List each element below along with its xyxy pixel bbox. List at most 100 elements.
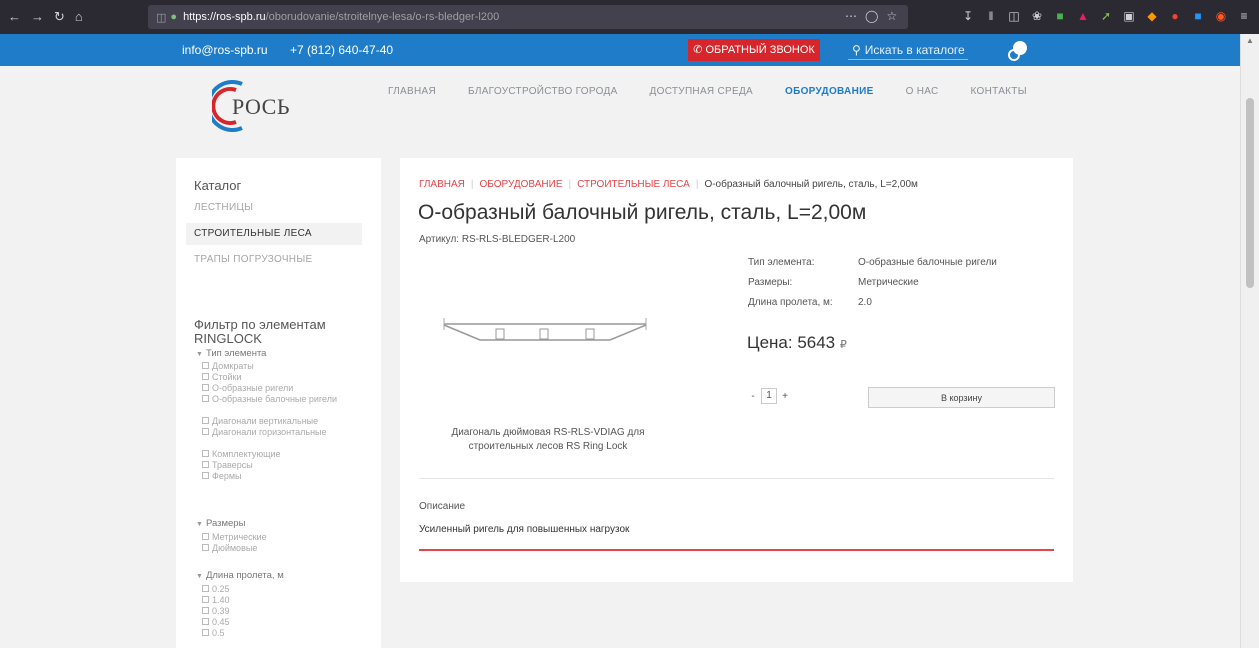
checkbox[interactable]	[202, 395, 209, 402]
library-icon[interactable]: ‖	[984, 9, 998, 23]
nav-contacts[interactable]: КОНТАКТЫ	[971, 86, 1027, 97]
filter-option[interactable]: Дюймовые	[202, 543, 362, 554]
catalog-title: Каталог	[194, 178, 242, 193]
filter-option-label: 0.5	[212, 628, 225, 638]
checkbox[interactable]	[202, 384, 209, 391]
breadcrumb-separator: |	[568, 179, 572, 190]
page-title: О-образный балочный ригель, сталь, L=2,0…	[418, 201, 867, 224]
extension-colorful-icon[interactable]: ▲	[1076, 9, 1090, 23]
checkbox[interactable]	[202, 533, 209, 540]
filter-group-sizes[interactable]: ▼ Размеры	[196, 518, 245, 529]
filter-option[interactable]: Стойки	[202, 372, 362, 383]
scroll-up-icon[interactable]: ▲	[1246, 36, 1254, 45]
email-link[interactable]: info@ros-spb.ru	[182, 43, 268, 57]
filter-option[interactable]: О-образные ригели	[202, 383, 362, 394]
filter-group-element-type[interactable]: ▼ Тип элемента	[196, 348, 266, 359]
checkbox[interactable]	[202, 618, 209, 625]
category-loading-ramps[interactable]: ТРАПЫ ПОГРУЗОЧНЫЕ	[194, 254, 312, 265]
nav-equipment[interactable]: ОБОРУДОВАНИЕ	[785, 86, 874, 97]
extension-shield-icon[interactable]: ◉	[1214, 9, 1228, 23]
filter-option-label: О-образные балочные ригели	[212, 394, 337, 404]
checkbox[interactable]	[202, 472, 209, 479]
checkbox[interactable]	[202, 607, 209, 614]
checkbox[interactable]	[202, 450, 209, 457]
checkbox[interactable]	[202, 544, 209, 551]
breadcrumb-equipment[interactable]: ОБОРУДОВАНИЕ	[479, 179, 562, 190]
filter-option[interactable]: О-образные балочные ригели	[202, 394, 362, 405]
logo-text[interactable]: РОСЬ	[232, 94, 290, 120]
filter-option[interactable]: Фермы	[202, 471, 362, 482]
filter-option[interactable]: 0.45	[202, 617, 362, 628]
qty-plus-button[interactable]: +	[779, 391, 791, 402]
callback-button[interactable]: ✆ ОБРАТНЫЙ ЗВОНОК	[688, 39, 820, 61]
checkbox[interactable]	[202, 373, 209, 380]
nav-city-improvement[interactable]: БЛАГОУСТРОЙСТВО ГОРОДА	[468, 86, 618, 97]
filter-option[interactable]: Траверсы	[202, 460, 362, 471]
filter-option[interactable]: Метрические	[202, 532, 362, 543]
page-scrollbar[interactable]: ▲	[1240, 34, 1259, 648]
quantity-input[interactable]: 1	[761, 388, 777, 404]
pocket-icon[interactable]: ◯	[865, 9, 878, 23]
checkbox[interactable]	[202, 428, 209, 435]
filter-option-label: Диагонали вертикальные	[212, 416, 319, 426]
filter-option-label: Дюймовые	[212, 543, 258, 553]
nav-home[interactable]: ГЛАВНАЯ	[388, 86, 436, 97]
home-icon[interactable]: ⌂	[75, 9, 83, 25]
filter-option[interactable]: Домкраты	[202, 361, 362, 372]
breadcrumb-separator: |	[695, 179, 699, 190]
category-ladders[interactable]: ЛЕСТНИЦЫ	[194, 202, 253, 213]
main-nav: ГЛАВНАЯ БЛАГОУСТРОЙСТВО ГОРОДА ДОСТУПНАЯ…	[388, 86, 1059, 97]
download-icon[interactable]: ↧	[961, 9, 975, 23]
filter-option-label: 0.45	[212, 617, 230, 627]
description-title[interactable]: Описание	[419, 501, 465, 512]
extension-green-icon[interactable]: ■	[1053, 9, 1067, 23]
bookmark-star-icon[interactable]: ☆	[886, 9, 897, 23]
filter-option[interactable]: 0.25	[202, 584, 362, 595]
filter-option[interactable]: Диагонали вертикальные	[202, 416, 362, 427]
filter-option[interactable]: 0.5	[202, 628, 362, 639]
page-actions-icon[interactable]: ⋯	[845, 9, 857, 23]
menu-icon[interactable]: ≡	[1237, 9, 1251, 23]
forward-icon[interactable]: →	[31, 9, 44, 25]
nav-accessible-environment[interactable]: ДОСТУПНАЯ СРЕДА	[650, 86, 753, 97]
reload-icon[interactable]: ↻	[54, 9, 65, 25]
breadcrumb-scaffolding[interactable]: СТРОИТЕЛЬНЫЕ ЛЕСА	[577, 179, 690, 190]
address-bar[interactable]: ◫ ● https://ros-spb.ru /oborudovanie/str…	[148, 5, 908, 29]
checkbox[interactable]	[202, 585, 209, 592]
catalog-sidebar: Каталог ЛЕСТНИЦЫ СТРОИТЕЛЬНЫЕ ЛЕСА ТРАПЫ…	[176, 158, 381, 648]
extension-arrow-icon[interactable]: ➚	[1099, 9, 1113, 23]
shield-icon: ◫	[156, 11, 167, 24]
extension-icons: ↧ ‖ ◫ ❀ ■ ▲ ➚ ▣ ◆ ● ■ ◉ ≡	[961, 9, 1251, 23]
filter-option[interactable]: Комплектующие	[202, 449, 362, 460]
extension-puzzle-icon[interactable]: ◆	[1145, 9, 1159, 23]
scrollbar-thumb[interactable]	[1246, 98, 1254, 288]
extension-icon[interactable]: ❀	[1030, 9, 1044, 23]
breadcrumb-home[interactable]: ГЛАВНАЯ	[419, 179, 465, 190]
nav-about[interactable]: О НАС	[906, 86, 939, 97]
checkbox[interactable]	[202, 629, 209, 636]
filter-option[interactable]: 0.39	[202, 606, 362, 617]
filter-option[interactable]: 1.40	[202, 595, 362, 606]
category-scaffolding[interactable]: СТРОИТЕЛЬНЫЕ ЛЕСА	[186, 223, 362, 245]
add-to-cart-button[interactable]: В корзину	[868, 387, 1055, 408]
filter-option-label: Фермы	[212, 471, 242, 481]
user-icon[interactable]	[1006, 38, 1030, 62]
back-icon[interactable]: ←	[8, 9, 21, 25]
url-host: https://ros-spb.ru	[183, 11, 266, 23]
product-attributes: Тип элемента: О-образные балочные ригели…	[748, 257, 997, 317]
extension-blue-icon[interactable]: ■	[1191, 9, 1205, 23]
screenshot-icon[interactable]: ▣	[1122, 9, 1136, 23]
sidebar-icon[interactable]: ◫	[1007, 9, 1021, 23]
filter-group-span-length[interactable]: ▼ Длина пролета, м	[196, 570, 284, 581]
checkbox[interactable]	[202, 596, 209, 603]
checkbox[interactable]	[202, 362, 209, 369]
checkbox[interactable]	[202, 417, 209, 424]
filter-option[interactable]: Диагонали горизонтальные	[202, 427, 362, 438]
product-image[interactable]	[440, 318, 650, 358]
extension-red-icon[interactable]: ●	[1168, 9, 1182, 23]
search-input[interactable]: ⚲ Искать в каталоге	[848, 40, 968, 60]
checkbox[interactable]	[202, 461, 209, 468]
qty-minus-button[interactable]: -	[747, 391, 759, 402]
phone-link[interactable]: +7 (812) 640-47-40	[290, 43, 393, 57]
accent-line	[419, 549, 1054, 551]
